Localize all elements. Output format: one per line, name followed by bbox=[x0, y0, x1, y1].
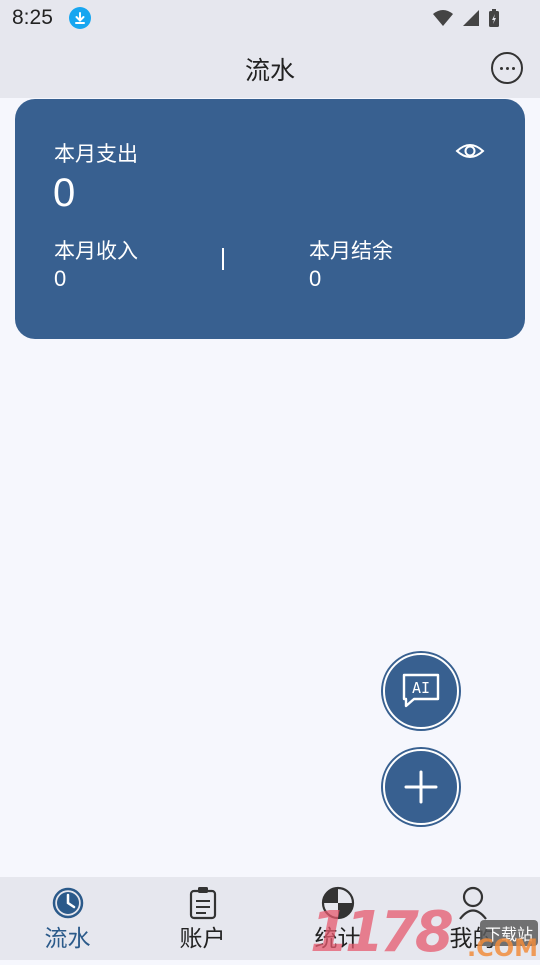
pie-chart-icon bbox=[320, 885, 356, 921]
plus-icon bbox=[404, 770, 438, 804]
expense-value: 0 bbox=[53, 171, 76, 215]
status-icons bbox=[432, 8, 500, 28]
income-value: 0 bbox=[54, 266, 67, 291]
balance-label: 本月结余 bbox=[309, 239, 393, 263]
balance-value: 0 bbox=[309, 266, 322, 291]
bottom-nav: 流水 账户 统计 我的 bbox=[0, 877, 540, 960]
more-options-icon[interactable] bbox=[491, 52, 523, 84]
ai-assistant-button[interactable]: AI bbox=[383, 653, 459, 729]
app-bar: 流水 bbox=[0, 38, 540, 98]
clock-history-icon bbox=[50, 885, 86, 921]
person-icon bbox=[455, 885, 491, 921]
ai-chat-icon: AI bbox=[402, 673, 440, 708]
wifi-icon bbox=[433, 10, 453, 26]
signal-icon bbox=[463, 10, 479, 26]
nav-label-accounts: 账户 bbox=[179, 926, 226, 952]
status-bar: 8:25 bbox=[0, 0, 540, 38]
status-time: 8:25 bbox=[12, 6, 53, 29]
expense-label: 本月支出 bbox=[54, 142, 138, 166]
battery-icon bbox=[489, 9, 499, 27]
nav-item-flow[interactable]: 流水 bbox=[0, 877, 135, 960]
nav-label-flow: 流水 bbox=[44, 926, 91, 952]
nav-item-accounts[interactable]: 账户 bbox=[135, 877, 270, 960]
clipboard-icon bbox=[185, 885, 221, 921]
nav-item-me[interactable]: 我的 bbox=[405, 877, 540, 960]
eye-icon[interactable] bbox=[455, 139, 485, 163]
add-record-button[interactable] bbox=[383, 749, 459, 825]
income-label: 本月收入 bbox=[54, 239, 138, 263]
summary-divider bbox=[222, 248, 224, 270]
nav-label-me: 我的 bbox=[449, 926, 496, 952]
svg-text:AI: AI bbox=[412, 679, 430, 697]
nav-label-stats: 统计 bbox=[314, 926, 361, 952]
monthly-summary-card: 本月支出 0 本月收入 0 本月结余 0 bbox=[15, 99, 525, 339]
download-icon bbox=[69, 7, 91, 29]
nav-item-stats[interactable]: 统计 bbox=[270, 877, 405, 960]
page-title: 流水 bbox=[244, 56, 295, 85]
